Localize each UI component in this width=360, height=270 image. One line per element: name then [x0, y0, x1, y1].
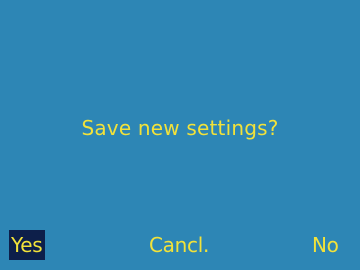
cancel-softkey[interactable]: Cancl. [149, 230, 209, 260]
yes-softkey[interactable]: Yes [9, 230, 46, 260]
no-softkey[interactable]: No [312, 230, 339, 260]
dialog-prompt: Save new settings? [81, 116, 279, 140]
settings-dialog-screen: Save new settings? Yes Cancl. No [0, 0, 360, 270]
